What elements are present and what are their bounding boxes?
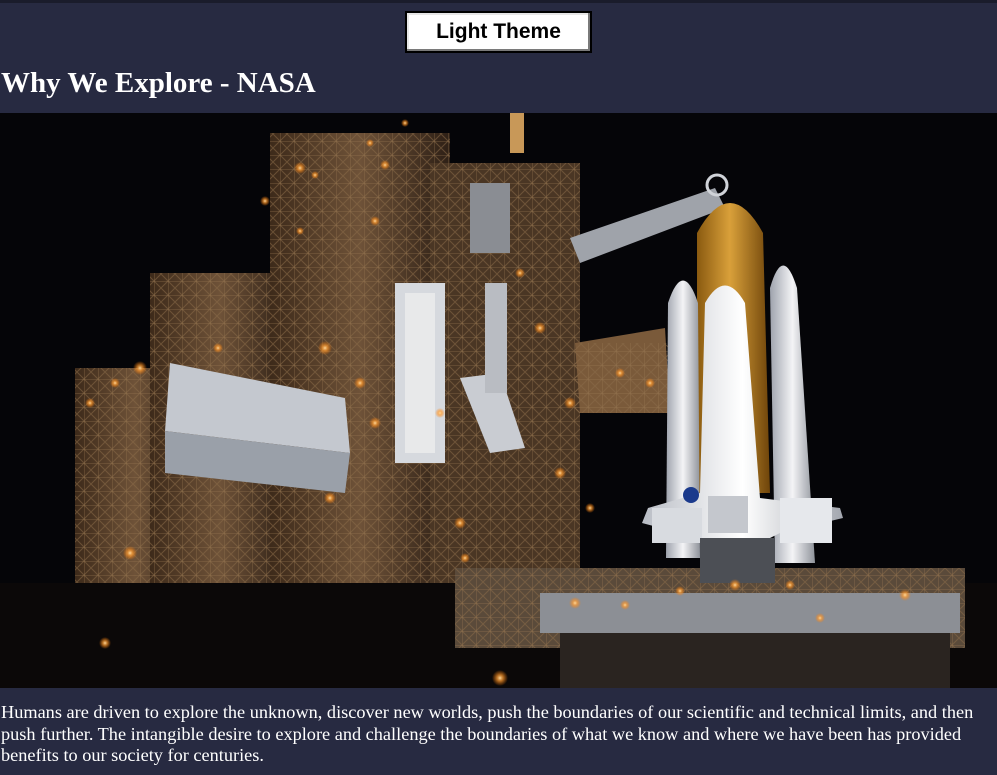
intro-paragraph: Humans are driven to explore the unknown… (1, 702, 974, 765)
page-title: Why We Explore - NASA (1, 67, 316, 99)
hero-image (0, 113, 997, 688)
theme-toggle-button[interactable]: Light Theme (405, 11, 592, 53)
top-strip (0, 0, 997, 3)
